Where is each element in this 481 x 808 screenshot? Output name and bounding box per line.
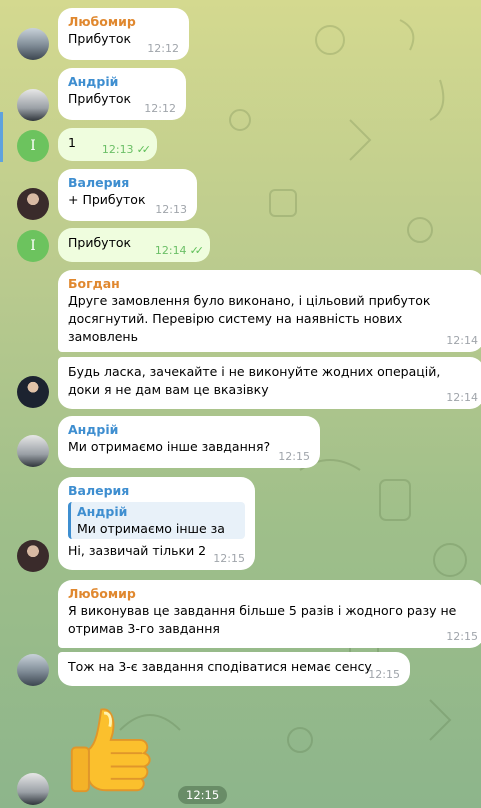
- avatar[interactable]: [17, 376, 49, 408]
- reply-sender: Андрій: [77, 504, 128, 519]
- message-text: Я виконував це завдання більше 5 разів і…: [68, 603, 461, 636]
- message-bubble[interactable]: 1 12:13 ✓✓: [58, 128, 157, 161]
- sender-name[interactable]: Богдан: [68, 276, 474, 292]
- message-bubble[interactable]: Будь ласка, зачекайте і не виконуйте жод…: [58, 357, 481, 409]
- avatar[interactable]: [17, 773, 49, 805]
- message-bubble[interactable]: Андрій Прибуток 12:12: [58, 68, 186, 120]
- reply-quote[interactable]: Андрій Ми отримаємо інше за: [68, 502, 245, 539]
- message-time: 12:14: [446, 391, 478, 404]
- message-bubble[interactable]: Валерия Андрій Ми отримаємо інше за Ні, …: [58, 477, 255, 570]
- message-bubble[interactable]: Любомир Я виконував це завдання більше 5…: [58, 580, 481, 648]
- chat-area[interactable]: Любомир Прибуток 12:12 Андрій Прибуток 1…: [0, 0, 481, 808]
- message-bubble[interactable]: Тож на 3-є завдання сподіватися немає се…: [58, 652, 410, 686]
- message-bubble[interactable]: Андрій Ми отримаємо інше завдання? 12:15: [58, 416, 320, 468]
- avatar[interactable]: [17, 28, 49, 60]
- message-text: Тож на 3-є завдання сподіватися немає се…: [68, 659, 372, 674]
- message-time: 12:13: [155, 203, 187, 216]
- message-bubble[interactable]: Любомир Прибуток 12:12: [58, 8, 189, 60]
- sender-name[interactable]: Валерия: [68, 483, 245, 499]
- avatar[interactable]: [17, 89, 49, 121]
- double-check-icon: ✓✓: [189, 244, 205, 257]
- thumbs-up-sticker[interactable]: [68, 700, 163, 795]
- message-time: 12:15: [213, 552, 245, 565]
- message-text: Будь ласка, зачекайте і не виконуйте жод…: [68, 364, 445, 397]
- message-time: 12:12: [147, 42, 179, 55]
- avatar[interactable]: [17, 435, 49, 467]
- avatar[interactable]: [17, 188, 49, 220]
- double-check-icon: ✓✓: [136, 143, 152, 156]
- selection-indicator: [0, 112, 3, 162]
- sender-name[interactable]: Андрій: [68, 74, 176, 90]
- message-time: 12:15: [278, 450, 310, 463]
- message-time: 12:14 ✓✓: [154, 244, 205, 257]
- sender-name[interactable]: Любомир: [68, 586, 474, 602]
- message-time: 12:14: [446, 334, 478, 347]
- message-time: 12:15: [368, 668, 400, 681]
- message-bubble[interactable]: Прибуток 12:14 ✓✓: [58, 228, 210, 262]
- message-bubble[interactable]: Богдан Друге замовлення було виконано, і…: [58, 270, 481, 352]
- reply-text: Ми отримаємо інше за: [77, 521, 225, 536]
- message-text: Друге замовлення було виконано, і цільов…: [68, 293, 435, 344]
- message-text: Ми отримаємо інше завдання?: [68, 439, 271, 454]
- avatar[interactable]: I: [17, 130, 49, 162]
- avatar[interactable]: [17, 654, 49, 686]
- sticker-time: 12:15: [178, 786, 228, 804]
- avatar[interactable]: I: [17, 230, 49, 262]
- sender-name[interactable]: Валерия: [68, 175, 187, 191]
- sender-name[interactable]: Андрій: [68, 422, 310, 438]
- sender-name[interactable]: Любомир: [68, 14, 179, 30]
- avatar[interactable]: [17, 540, 49, 572]
- message-bubble[interactable]: Валерия + Прибуток 12:13: [58, 169, 197, 221]
- message-time: 12:13 ✓✓: [101, 143, 152, 156]
- message-time: 12:12: [144, 102, 176, 115]
- message-time: 12:15: [446, 630, 478, 643]
